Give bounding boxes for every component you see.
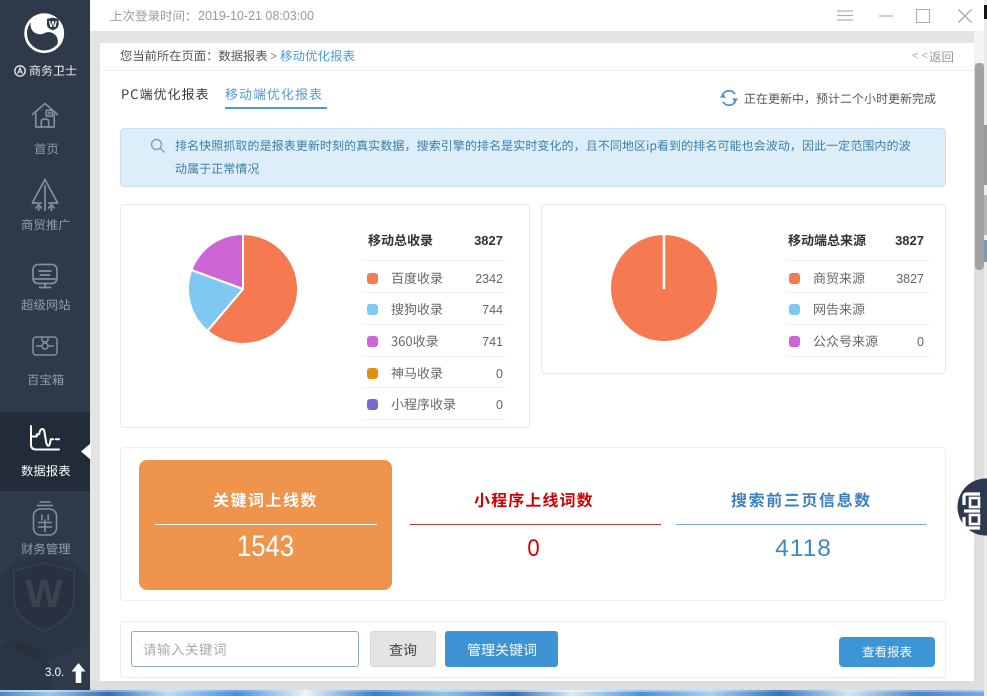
svg-text:W: W — [49, 19, 58, 29]
svg-text:W: W — [25, 572, 63, 616]
